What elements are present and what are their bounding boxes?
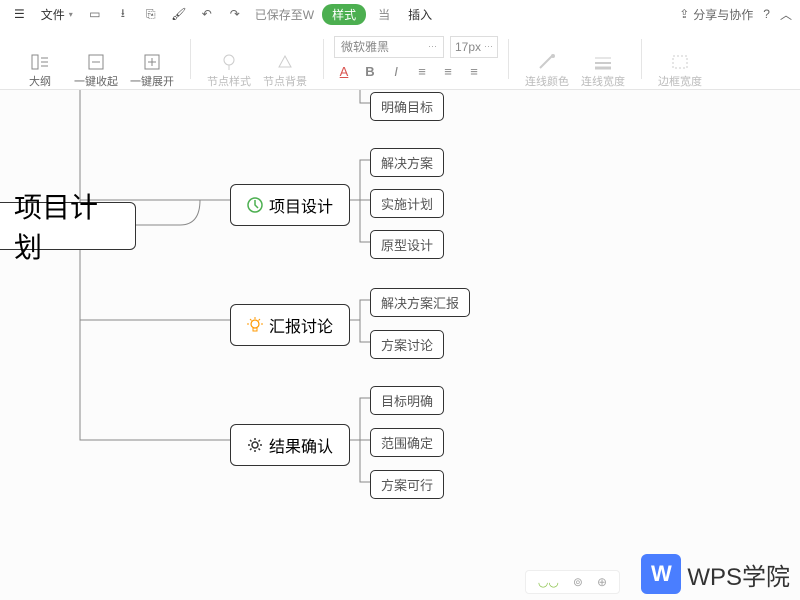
help-button[interactable]: ? xyxy=(763,7,770,21)
node-bg-button: 节点背景 xyxy=(257,33,313,89)
ribbon: 大纲 一键收起 一键展开 节点样式 节点背景 微软雅黑⋯ 17px⋯ A B I… xyxy=(0,28,800,90)
shape-icon xyxy=(276,53,294,71)
redo-icon[interactable]: ↷ xyxy=(223,2,247,26)
target-icon[interactable]: ⊚ xyxy=(573,575,583,589)
expand-icon xyxy=(143,53,161,71)
balloon-icon xyxy=(220,53,238,71)
zoom-icon[interactable]: ⊕ xyxy=(597,575,607,589)
chevron-down-icon: ▾ xyxy=(69,10,73,19)
line-color-icon xyxy=(537,53,557,71)
bold-button[interactable]: B xyxy=(360,62,380,82)
mindmap-canvas[interactable]: 项目计划 明确目标 项目设计 解决方案 实施计划 原型设计 汇报讨论 解决方案汇… xyxy=(0,90,800,600)
save-status: 已保存至W xyxy=(255,6,314,23)
border-width-button: 边框宽度 xyxy=(652,33,708,89)
outline-button[interactable]: 大纲 xyxy=(12,33,68,89)
branch-node[interactable]: 汇报讨论 xyxy=(230,304,350,346)
hamburger-icon[interactable]: ☰ xyxy=(8,5,31,23)
align-center-button[interactable]: ≡ xyxy=(438,62,458,82)
root-node[interactable]: 项目计划 xyxy=(0,202,136,250)
branch-node[interactable]: 结果确认 xyxy=(230,424,350,466)
outline-icon xyxy=(30,53,50,71)
collapse-icon xyxy=(87,53,105,71)
bulb-icon xyxy=(247,317,263,333)
download-icon[interactable]: ⭳ xyxy=(111,2,135,26)
insert-menu[interactable]: 插入 xyxy=(402,4,438,25)
align-left-button[interactable]: ≡ xyxy=(412,62,432,82)
format-painter-icon[interactable]: 🖌 xyxy=(167,2,191,26)
line-width-icon xyxy=(593,53,613,71)
leaf-node[interactable]: 解决方案汇报 xyxy=(370,288,470,317)
collapse-ribbon-icon[interactable]: ︿ xyxy=(780,6,792,23)
gear-icon xyxy=(247,437,263,453)
line-color-button: 连线颜色 xyxy=(519,33,575,89)
align-right-button[interactable]: ≡ xyxy=(464,62,484,82)
line-width-button: 连线宽度 xyxy=(575,33,631,89)
export-icon[interactable]: ⎘ xyxy=(139,2,163,26)
font-family-select[interactable]: 微软雅黑⋯ xyxy=(334,36,444,58)
doc-suffix: 当 xyxy=(378,6,390,23)
leaf-node[interactable]: 原型设计 xyxy=(370,230,444,259)
file-menu[interactable]: 文件▾ xyxy=(35,4,79,25)
share-icon: ⇪ xyxy=(679,7,689,21)
node-style-button: 节点样式 xyxy=(201,33,257,89)
font-color-button[interactable]: A xyxy=(334,62,354,82)
expand-all-button[interactable]: 一键展开 xyxy=(124,33,180,89)
leaf-node[interactable]: 方案讨论 xyxy=(370,330,444,359)
collapse-all-button[interactable]: 一键收起 xyxy=(68,33,124,89)
share-button[interactable]: ⇪分享与协作 xyxy=(679,6,753,23)
print-icon[interactable]: ▭ xyxy=(83,2,107,26)
leaf-node[interactable]: 方案可行 xyxy=(370,470,444,499)
leaf-node[interactable]: 解决方案 xyxy=(370,148,444,177)
leaf-node[interactable]: 实施计划 xyxy=(370,189,444,218)
leaf-node[interactable]: 目标明确 xyxy=(370,386,444,415)
style-pill[interactable]: 样式 xyxy=(322,4,366,25)
font-size-select[interactable]: 17px⋯ xyxy=(450,36,498,58)
border-icon xyxy=(670,53,690,71)
undo-icon[interactable]: ↶ xyxy=(195,2,219,26)
eye-icon[interactable]: ◡◡ xyxy=(538,575,559,589)
bottom-toolbar: ◡◡ ⊚ ⊕ xyxy=(525,570,620,594)
italic-button[interactable]: I xyxy=(386,62,406,82)
leaf-node[interactable]: 明确目标 xyxy=(370,92,444,121)
menubar: ☰ 文件▾ ▭ ⭳ ⎘ 🖌 ↶ ↷ 已保存至W 样式 当 插入 ⇪分享与协作 ?… xyxy=(0,0,800,28)
leaf-node[interactable]: 范围确定 xyxy=(370,428,444,457)
branch-node[interactable]: 项目设计 xyxy=(230,184,350,226)
compass-icon xyxy=(247,197,263,213)
font-group: 微软雅黑⋯ 17px⋯ A B I ≡ ≡ ≡ xyxy=(328,32,504,86)
